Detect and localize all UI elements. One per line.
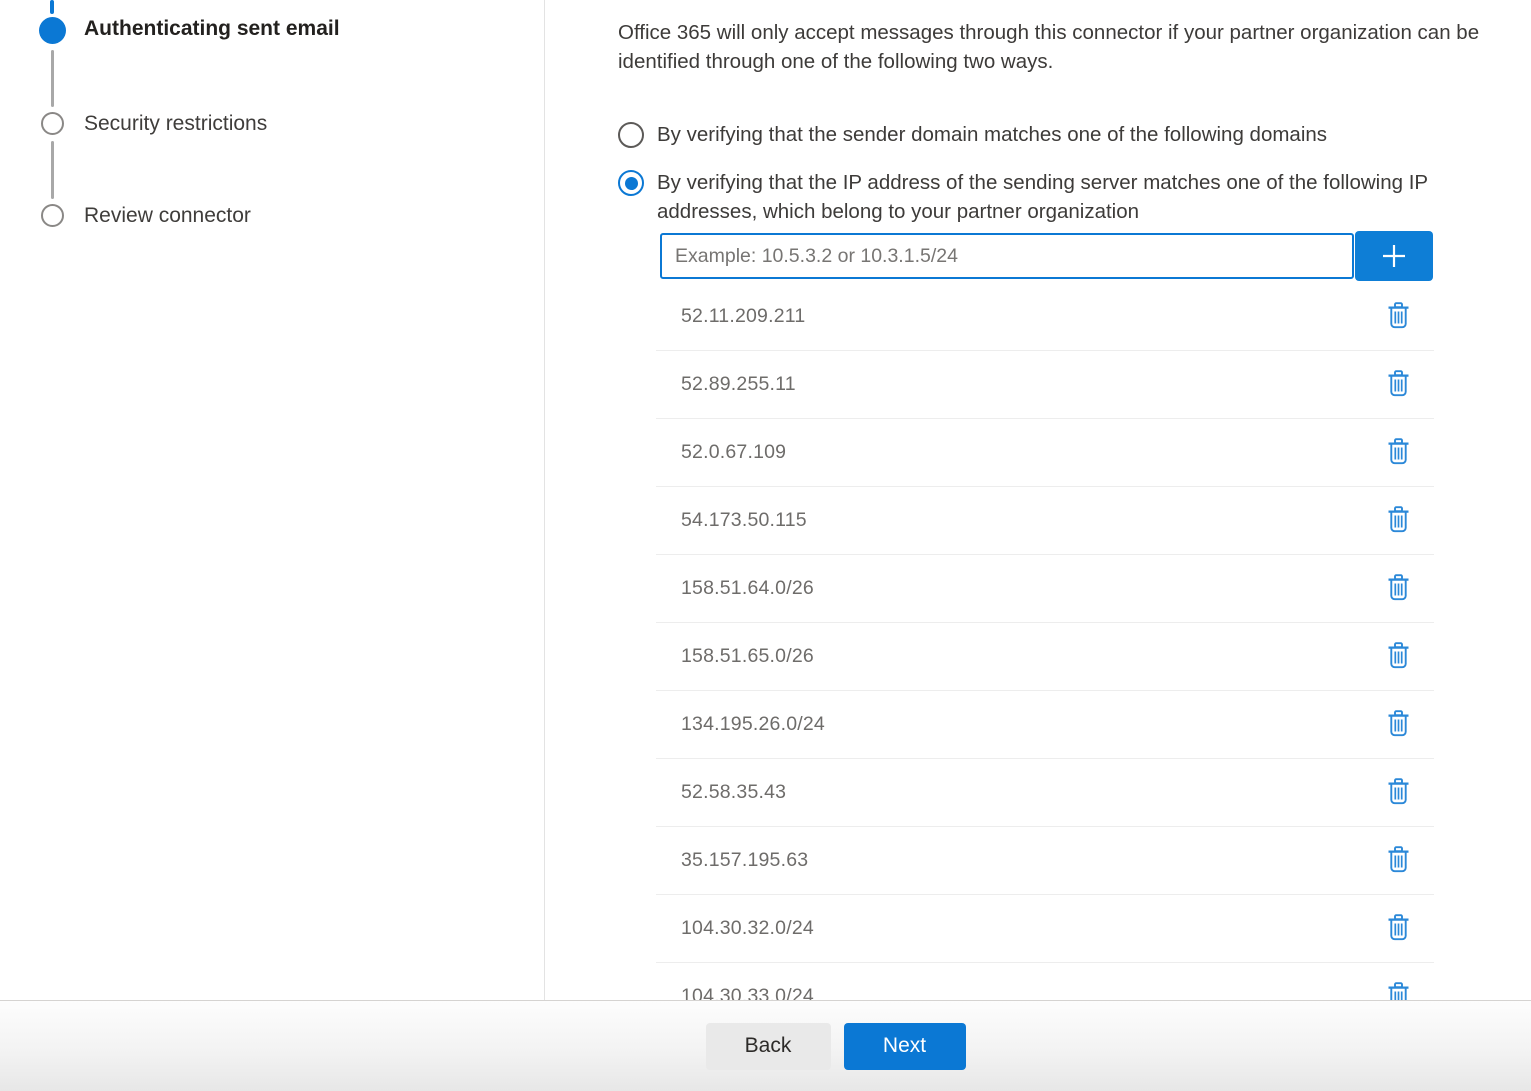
stepper-connector [51, 141, 54, 199]
ip-list-item: 134.195.26.0/24 [656, 691, 1434, 759]
back-button[interactable]: Back [706, 1023, 831, 1070]
delete-ip-button[interactable] [1385, 912, 1412, 946]
trash-icon [1387, 574, 1410, 604]
delete-ip-button[interactable] [1385, 300, 1412, 334]
trash-icon [1387, 506, 1410, 536]
ip-value: 158.51.64.0/26 [681, 577, 814, 600]
trash-icon [1387, 438, 1410, 468]
radio-selected[interactable] [618, 170, 644, 196]
option-ip-address-label[interactable]: By verifying that the IP address of the … [657, 168, 1477, 226]
ip-list-item: 54.173.50.115 [656, 487, 1434, 555]
delete-ip-button[interactable] [1385, 436, 1412, 470]
delete-ip-button[interactable] [1385, 776, 1412, 810]
step-security-restrictions: Security restrictions [84, 112, 267, 136]
radio-unselected[interactable] [618, 122, 644, 148]
ip-value: 104.30.33.0/24 [681, 985, 814, 1000]
ip-list-item: 52.0.67.109 [656, 419, 1434, 487]
ip-list-item: 35.157.195.63 [656, 827, 1434, 895]
add-ip-button[interactable] [1355, 231, 1433, 281]
trash-icon [1387, 710, 1410, 740]
trash-icon [1387, 370, 1410, 400]
ip-list-item: 52.89.255.11 [656, 351, 1434, 419]
delete-ip-button[interactable] [1385, 640, 1412, 674]
stepper-connector [51, 50, 54, 107]
ip-address-input[interactable] [660, 233, 1354, 279]
ip-value: 52.58.35.43 [681, 781, 786, 804]
ip-list-item: 158.51.64.0/26 [656, 555, 1434, 623]
intro-text: Office 365 will only accept messages thr… [618, 19, 1531, 76]
trash-icon [1387, 302, 1410, 332]
option-ip-address[interactable]: By verifying that the IP address of the … [618, 168, 1531, 226]
wizard-footer: Back Next [0, 1000, 1531, 1091]
trash-icon [1387, 778, 1410, 808]
plus-icon [1378, 240, 1410, 272]
trash-icon [1387, 982, 1410, 1001]
ip-address-list: 52.11.209.211 52.89.255.11 52.0.67.109 5… [656, 283, 1434, 1000]
ip-value: 52.0.67.109 [681, 441, 786, 464]
delete-ip-button[interactable] [1385, 572, 1412, 606]
delete-ip-button[interactable] [1385, 708, 1412, 742]
ip-value: 35.157.195.63 [681, 849, 808, 872]
ip-value: 134.195.26.0/24 [681, 713, 825, 736]
ip-value: 104.30.32.0/24 [681, 917, 814, 940]
ip-list-item: 52.11.209.211 [656, 283, 1434, 351]
option-sender-domain[interactable]: By verifying that the sender domain matc… [618, 120, 1531, 149]
connector-wizard: Authenticating sent email Security restr… [0, 0, 1531, 1091]
trash-icon [1387, 642, 1410, 672]
ip-value: 158.51.65.0/26 [681, 645, 814, 668]
stepper-connector-completed [50, 0, 54, 14]
footer-buttons: Back Next [706, 1023, 966, 1070]
step-body: Office 365 will only accept messages thr… [618, 0, 1531, 1000]
ip-value: 54.173.50.115 [681, 509, 807, 532]
trash-icon [1387, 914, 1410, 944]
step-circle-icon [41, 112, 64, 135]
delete-ip-button[interactable] [1385, 368, 1412, 402]
step-authenticating-sent-email: Authenticating sent email [84, 17, 340, 41]
ip-list-item: 52.58.35.43 [656, 759, 1434, 827]
trash-icon [1387, 846, 1410, 876]
ip-value: 52.89.255.11 [681, 373, 796, 396]
wizard-stepper-sidebar: Authenticating sent email Security restr… [0, 0, 545, 1000]
ip-entry-row [660, 231, 1531, 281]
step-review-connector: Review connector [84, 204, 251, 228]
delete-ip-button[interactable] [1385, 844, 1412, 878]
delete-ip-button[interactable] [1385, 980, 1412, 1001]
wizard-content: Authenticating sent email Security restr… [0, 0, 1531, 1000]
ip-list-item: 158.51.65.0/26 [656, 623, 1434, 691]
step-circle-icon [41, 204, 64, 227]
ip-list-item: 104.30.32.0/24 [656, 895, 1434, 963]
ip-list-item: 104.30.33.0/24 [656, 963, 1434, 1000]
step-active-dot-icon [39, 17, 66, 44]
option-sender-domain-label[interactable]: By verifying that the sender domain matc… [657, 120, 1327, 149]
delete-ip-button[interactable] [1385, 504, 1412, 538]
next-button[interactable]: Next [844, 1023, 966, 1070]
ip-value: 52.11.209.211 [681, 305, 805, 328]
